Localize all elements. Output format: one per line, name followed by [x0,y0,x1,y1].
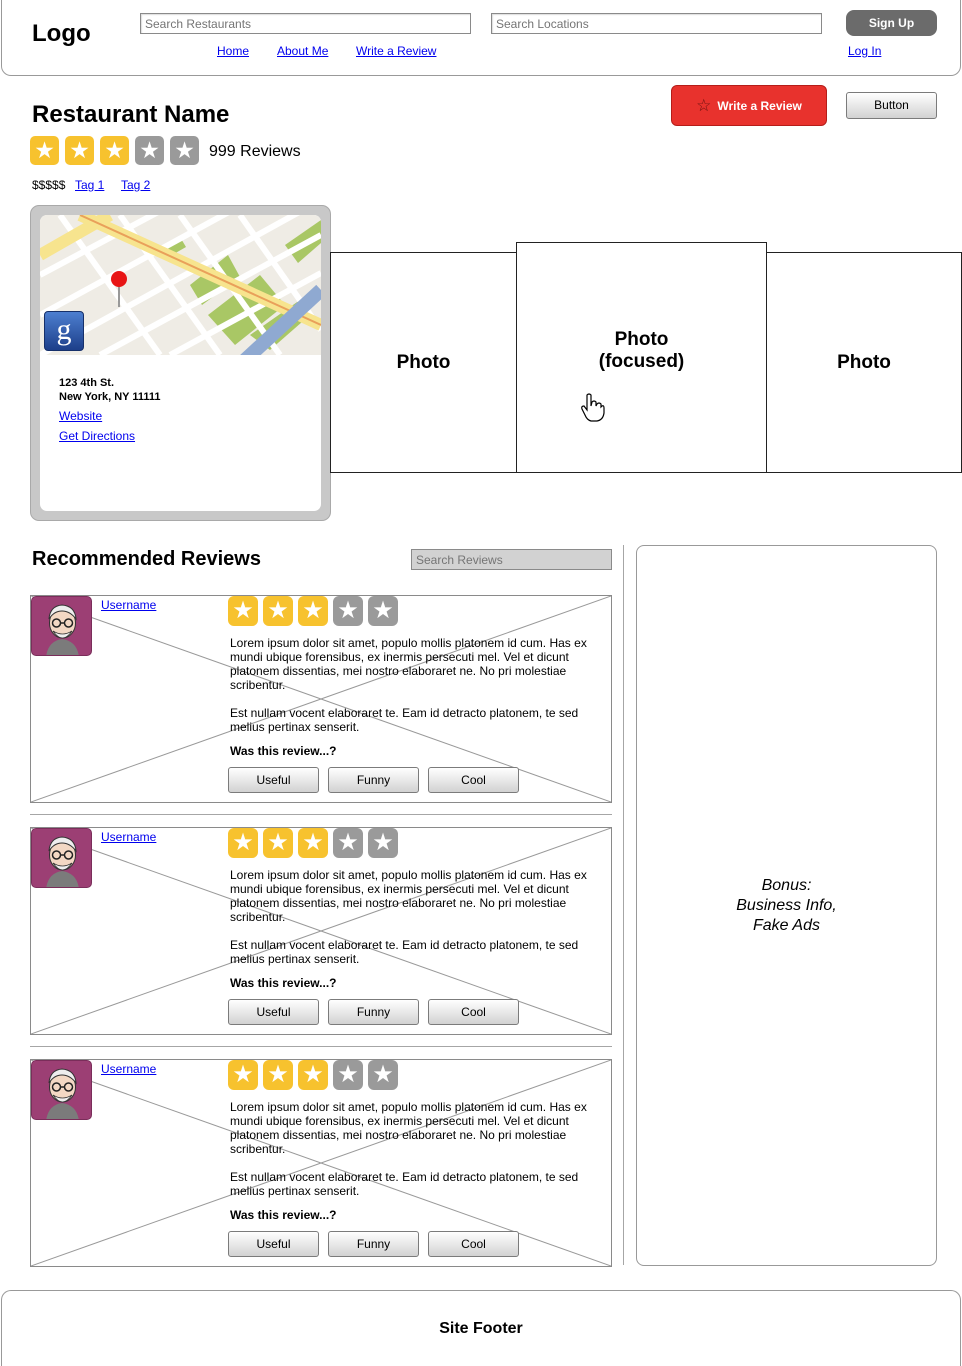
reviews-heading: Recommended Reviews [32,548,261,570]
review-count: 999 Reviews [209,143,301,160]
star-icon: ★ [333,828,363,858]
star-icon: ★ [368,596,398,626]
star-icon: ★ [263,596,293,626]
search-locations-input[interactable] [491,13,822,34]
photo-left[interactable]: Photo [330,252,517,473]
user-avatar-icon[interactable] [31,1060,92,1120]
star-icon: ★ [263,828,293,858]
review-paragraph: Est nullam vocent elaboraret te. Eam id … [230,706,579,734]
review-feedback-prompt: Was this review...? [230,744,337,758]
star-icon: ★ [228,596,258,626]
restaurant-name: Restaurant Name [32,101,230,128]
address-line-2: New York, NY 11111 [59,391,161,403]
business-address: 123 4th St. New York, NY 11111 [59,376,161,404]
review-separator [30,814,612,815]
star-icon: ★ [298,1060,328,1090]
star-icon: ★ [228,828,258,858]
star-icon: ☆ [696,96,712,115]
review-username-link[interactable]: Username [101,1062,156,1076]
column-divider [623,545,624,1265]
review-card: Username ★ ★ ★ ★ ★ Lorem ipsum dolor sit… [30,595,612,803]
star-icon: ★ [170,136,199,165]
star-icon: ★ [100,136,129,165]
star-icon: ★ [333,596,363,626]
review-body: Lorem ipsum dolor sit amet, populo molli… [230,636,600,748]
star-icon: ★ [228,1060,258,1090]
address-line-1: 123 4th St. [59,377,115,389]
photo-right[interactable]: Photo [766,252,962,473]
useful-button[interactable]: Useful [228,999,319,1025]
useful-button[interactable]: Useful [228,767,319,793]
review-feedback-prompt: Was this review...? [230,1208,337,1222]
map-panel: g 123 4th St. New York, NY 11111 Website… [40,215,321,511]
footer-text: Site Footer [439,1319,523,1337]
review-feedback-prompt: Was this review...? [230,976,337,990]
star-icon: ★ [368,828,398,858]
site-footer: Site Footer [1,1290,961,1366]
google-icon: g [44,311,84,351]
useful-button[interactable]: Useful [228,1231,319,1257]
star-icon: ★ [368,1060,398,1090]
review-paragraph: Lorem ipsum dolor sit amet, populo molli… [230,868,587,924]
review-card: Username ★ ★ ★ ★ ★ Lorem ipsum dolor sit… [30,827,612,1035]
cool-button[interactable]: Cool [428,999,519,1025]
funny-button[interactable]: Funny [328,999,419,1025]
nav-about-link[interactable]: About Me [277,44,328,58]
review-username-link[interactable]: Username [101,830,156,844]
funny-button[interactable]: Funny [328,1231,419,1257]
star-icon: ★ [135,136,164,165]
site-header [1,0,961,76]
review-card: Username ★ ★ ★ ★ ★ Lorem ipsum dolor sit… [30,1059,612,1267]
star-icon: ★ [65,136,94,165]
get-directions-link[interactable]: Get Directions [59,429,135,443]
user-avatar-icon[interactable] [31,828,92,888]
business-location-card: g 123 4th St. New York, NY 11111 Website… [30,205,331,521]
hand-cursor-icon [581,393,605,422]
review-paragraph: Est nullam vocent elaboraret te. Eam id … [230,938,579,966]
review-paragraph: Est nullam vocent elaboraret te. Eam id … [230,1170,579,1198]
user-avatar-icon[interactable] [31,596,92,656]
website-link[interactable]: Website [59,409,102,423]
star-icon: ★ [333,1060,363,1090]
tag-link[interactable]: Tag 1 [75,178,104,192]
review-separator [30,1046,612,1047]
review-paragraph: Lorem ipsum dolor sit amet, populo molli… [230,636,587,692]
nav-home-link[interactable]: Home [217,44,249,58]
generic-button[interactable]: Button [846,92,937,119]
star-icon: ★ [298,596,328,626]
cool-button[interactable]: Cool [428,767,519,793]
sign-up-button[interactable]: Sign Up [846,10,937,36]
photo-focused[interactable]: Photo (focused) [516,242,767,473]
write-review-button[interactable]: ☆ Write a Review [671,85,827,126]
star-icon: ★ [298,828,328,858]
search-reviews-input[interactable] [411,549,612,570]
funny-button[interactable]: Funny [328,767,419,793]
review-body: Lorem ipsum dolor sit amet, populo molli… [230,868,600,980]
review-paragraph: Lorem ipsum dolor sit amet, populo molli… [230,1100,587,1156]
cool-button[interactable]: Cool [428,1231,519,1257]
tag-link[interactable]: Tag 2 [121,178,150,192]
review-body: Lorem ipsum dolor sit amet, populo molli… [230,1100,600,1212]
map-pin-icon[interactable] [110,270,128,308]
review-username-link[interactable]: Username [101,598,156,612]
star-icon: ★ [263,1060,293,1090]
nav-write-review-link[interactable]: Write a Review [356,44,436,58]
star-icon: ★ [30,136,59,165]
side-panel: Bonus: Business Info, Fake Ads [636,545,937,1266]
price-range: $$$$$ [32,178,66,192]
log-in-link[interactable]: Log In [848,44,881,58]
side-panel-text: Bonus: Business Info, Fake Ads [736,876,837,934]
search-restaurants-input[interactable] [140,13,471,34]
logo[interactable]: Logo [32,20,91,48]
write-review-label: Write a Review [717,99,802,113]
